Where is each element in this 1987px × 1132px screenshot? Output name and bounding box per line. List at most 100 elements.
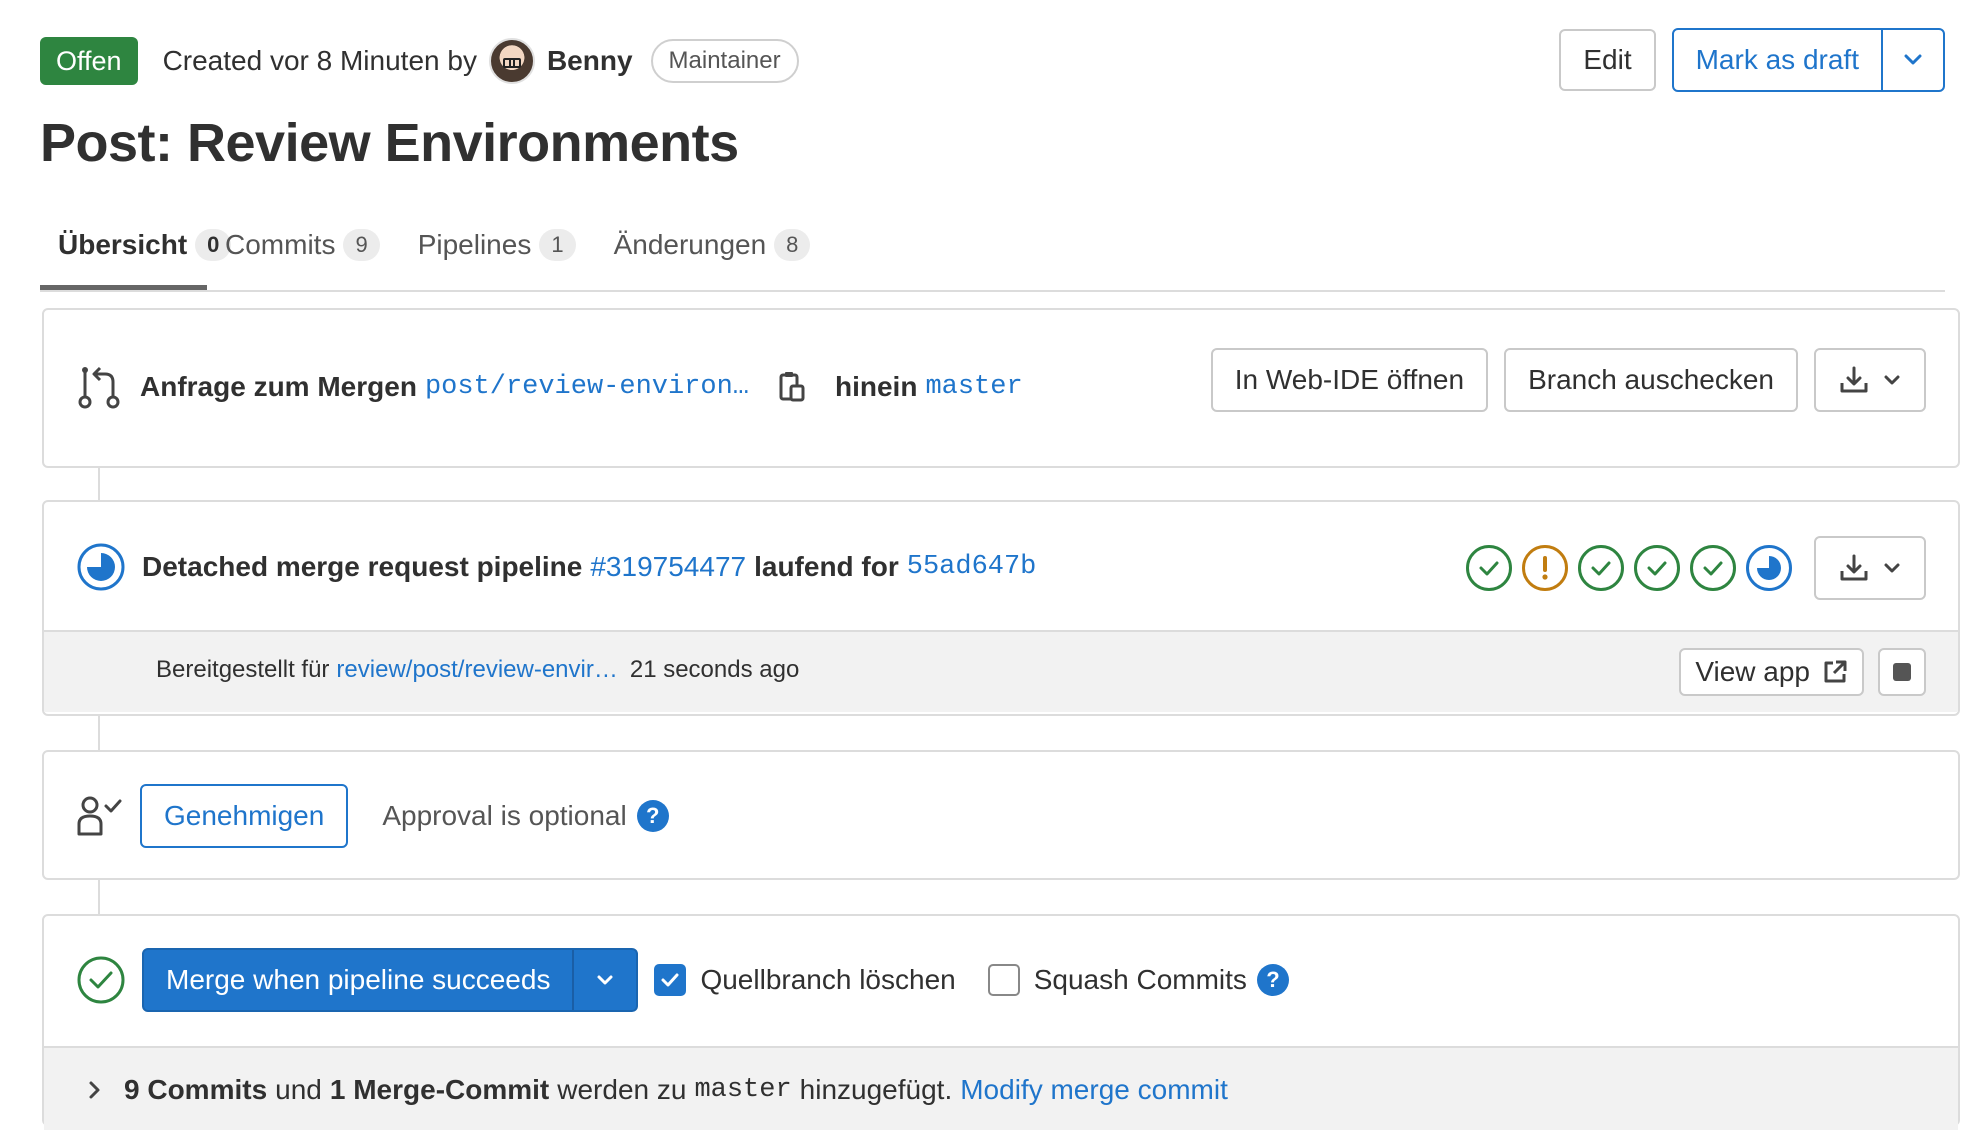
pipeline-status: laufend for bbox=[754, 551, 899, 582]
created-info: Created vor 8 Minuten by bbox=[162, 45, 477, 76]
mr-tabs: Übersicht 0 Commits 9 Pipelines 1 Änderu… bbox=[40, 210, 1945, 292]
chevron-down-icon bbox=[597, 975, 613, 985]
werden-zu-text: werden zu bbox=[557, 1074, 687, 1105]
deployment-bar: Bereitgestellt für review/post/review-en… bbox=[44, 630, 1958, 712]
download-icon bbox=[1840, 554, 1868, 581]
tab-count: 8 bbox=[774, 229, 811, 261]
header-actions: Edit Mark as draft bbox=[1559, 28, 1945, 92]
merge-when-pipeline-succeeds-button[interactable]: Merge when pipeline succeeds bbox=[144, 950, 575, 1010]
tab-count: 9 bbox=[343, 229, 380, 261]
modify-merge-commit-link[interactable]: Modify merge commit bbox=[960, 1074, 1228, 1106]
help-icon[interactable]: ? bbox=[636, 800, 669, 832]
checkmark-icon bbox=[661, 973, 679, 987]
merge-prefix: Anfrage zum Mergen bbox=[140, 371, 417, 402]
added-text: hinzugefügt. bbox=[799, 1074, 953, 1105]
pipeline-prefix: Detached merge request pipeline bbox=[142, 551, 583, 582]
timeline-connector bbox=[98, 716, 100, 750]
stage-success-icon[interactable] bbox=[1578, 545, 1624, 591]
commit-summary: 9 Commits und 1 Merge-Commit werden zu m… bbox=[88, 1068, 1228, 1112]
delete-source-branch-label[interactable]: Quellbranch löschen bbox=[700, 964, 955, 996]
edit-button[interactable]: Edit bbox=[1559, 29, 1656, 91]
tab-commits[interactable]: Commits 9 bbox=[207, 210, 400, 290]
delete-source-branch-checkbox[interactable] bbox=[654, 964, 687, 996]
download-icon bbox=[1840, 366, 1868, 393]
tab-overview[interactable]: Übersicht 0 bbox=[40, 210, 232, 290]
merge-row: Merge when pipeline succeeds Quellbranch… bbox=[76, 948, 1289, 1012]
artifacts-dropdown-button[interactable] bbox=[1814, 536, 1926, 600]
approval-card: Genehmigen Approval is optional ? bbox=[42, 750, 1960, 880]
stage-warning-icon[interactable] bbox=[1522, 545, 1568, 591]
draft-dropdown-toggle[interactable] bbox=[1883, 30, 1943, 90]
tab-label: Änderungen bbox=[613, 229, 767, 260]
pipeline-stages bbox=[1456, 545, 1792, 591]
external-link-icon bbox=[1824, 660, 1847, 683]
approval-icon bbox=[77, 796, 122, 836]
role-badge: Maintainer bbox=[650, 39, 799, 83]
squash-commits-label[interactable]: Squash Commits bbox=[1034, 964, 1247, 996]
pipeline-card: Detached merge request pipeline #3197544… bbox=[42, 500, 1960, 716]
chevron-down-icon bbox=[1904, 54, 1922, 65]
checkout-branch-button[interactable]: Branch auschecken bbox=[1504, 348, 1798, 412]
stage-success-icon[interactable] bbox=[1634, 545, 1680, 591]
merge-info-card: Anfrage zum Mergen post/review-environ… … bbox=[42, 308, 1960, 468]
copy-branch-icon[interactable] bbox=[777, 370, 807, 404]
merge-info-actions: In Web-IDE öffnen Branch auschecken bbox=[1210, 348, 1926, 412]
stage-success-icon[interactable] bbox=[1690, 545, 1736, 591]
mark-as-draft-button[interactable]: Mark as draft bbox=[1674, 30, 1883, 90]
merge-dropdown-toggle[interactable] bbox=[574, 950, 636, 1010]
timeline-connector bbox=[98, 468, 100, 502]
view-app-label: View app bbox=[1695, 656, 1810, 687]
merge-button-group: Merge when pipeline succeeds bbox=[142, 948, 639, 1012]
tab-label: Übersicht bbox=[58, 229, 188, 260]
merge-request-icon bbox=[78, 366, 120, 409]
timeline-connector bbox=[98, 878, 100, 914]
tab-changes[interactable]: Änderungen 8 bbox=[596, 210, 831, 290]
download-dropdown-button[interactable] bbox=[1814, 348, 1926, 412]
deployment-prefix: Bereitgestellt für bbox=[156, 656, 330, 683]
tab-label: Pipelines bbox=[417, 229, 532, 260]
status-badge: Offen bbox=[40, 37, 138, 85]
pipeline-actions bbox=[1456, 536, 1926, 600]
pipeline-row: Detached merge request pipeline #3197544… bbox=[76, 538, 1036, 596]
und-text: und bbox=[275, 1074, 322, 1105]
mr-header: Offen Created vor 8 Minuten by Benny Mai… bbox=[40, 36, 799, 86]
pipeline-running-icon[interactable] bbox=[76, 542, 126, 592]
target-branch: master bbox=[694, 1075, 792, 1105]
draft-button-group: Mark as draft bbox=[1671, 28, 1945, 92]
commit-sha-link[interactable]: 55ad647b bbox=[907, 552, 1037, 582]
target-branch-link[interactable]: master bbox=[925, 372, 1022, 402]
approve-button[interactable]: Genehmigen bbox=[140, 784, 349, 848]
squash-commits-checkbox[interactable] bbox=[987, 964, 1020, 996]
avatar[interactable] bbox=[488, 38, 535, 84]
tab-count: 1 bbox=[539, 229, 576, 261]
tab-label: Commits bbox=[225, 229, 336, 260]
view-app-button[interactable]: View app bbox=[1679, 648, 1864, 696]
chevron-right-icon[interactable] bbox=[88, 1080, 102, 1100]
commit-summary-bar: 9 Commits und 1 Merge-Commit werden zu m… bbox=[44, 1046, 1958, 1130]
into-label: hinein bbox=[835, 371, 918, 402]
merge-card: Merge when pipeline succeeds Quellbranch… bbox=[42, 914, 1960, 1130]
deployment-info: Bereitgestellt für review/post/review-en… bbox=[156, 656, 799, 684]
approval-row: Genehmigen Approval is optional ? bbox=[76, 784, 669, 848]
page-title: Post: Review Environments bbox=[40, 113, 739, 173]
deployment-time: 21 seconds ago bbox=[629, 656, 800, 683]
pipeline-id-link[interactable]: #319754477 bbox=[590, 551, 746, 583]
stop-environment-button[interactable] bbox=[1878, 648, 1926, 696]
approval-text: Approval is optional bbox=[382, 800, 627, 831]
tab-pipelines[interactable]: Pipelines 1 bbox=[400, 210, 596, 290]
merge-commit-count: 1 Merge-Commit bbox=[329, 1074, 550, 1105]
chevron-down-icon bbox=[1884, 563, 1900, 573]
commits-count: 9 Commits bbox=[124, 1074, 268, 1105]
help-icon[interactable]: ? bbox=[1256, 964, 1289, 996]
stop-icon bbox=[1893, 663, 1911, 681]
author-link[interactable]: Benny bbox=[547, 45, 633, 77]
check-circle-icon bbox=[77, 956, 125, 1004]
deployment-actions: View app bbox=[1679, 648, 1926, 696]
source-branch-link[interactable]: post/review-environ… bbox=[425, 372, 749, 402]
environment-link[interactable]: review/post/review-envir… bbox=[336, 656, 617, 684]
stage-success-icon[interactable] bbox=[1466, 545, 1512, 591]
merge-info-row: Anfrage zum Mergen post/review-environ… … bbox=[76, 356, 1023, 418]
open-web-ide-button[interactable]: In Web-IDE öffnen bbox=[1210, 348, 1489, 412]
stage-running-icon[interactable] bbox=[1746, 545, 1792, 591]
chevron-down-icon bbox=[1884, 375, 1900, 385]
